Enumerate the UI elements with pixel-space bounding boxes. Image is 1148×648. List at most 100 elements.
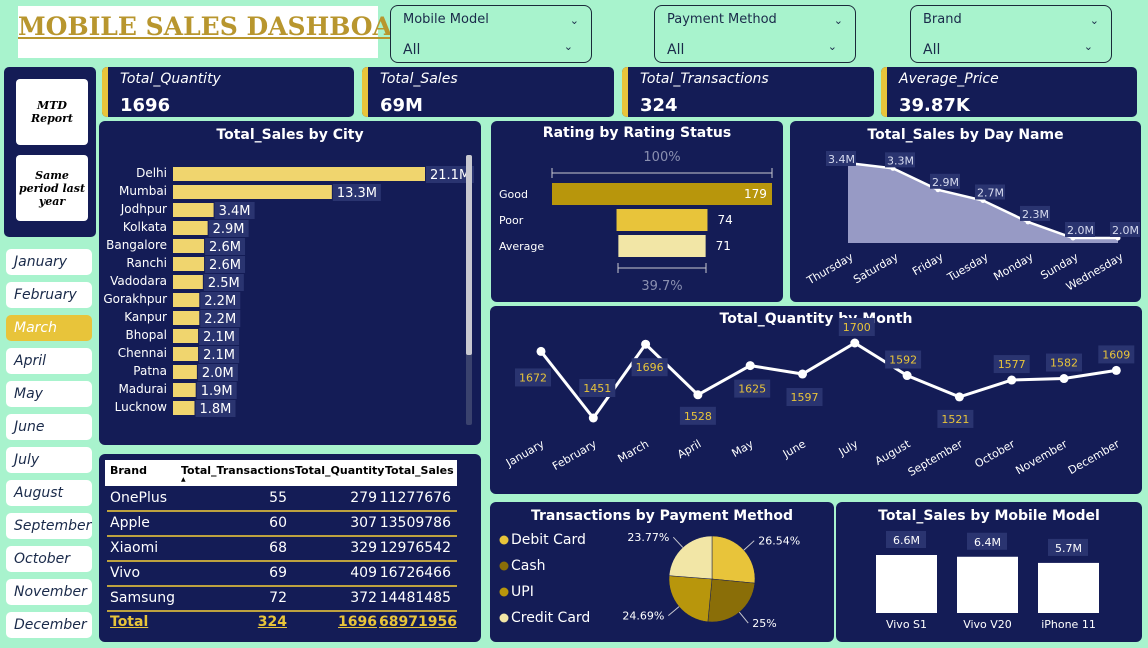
data-label: 2.0M xyxy=(1112,224,1139,237)
month-button-october[interactable]: October xyxy=(6,546,92,572)
chevron-down-icon[interactable]: ⌄ xyxy=(834,14,843,27)
same-period-last-year-button[interactable]: Same period last year xyxy=(16,155,88,221)
data-label: 5.7M xyxy=(1055,542,1082,555)
slice-label: 23.77% xyxy=(627,531,669,544)
data-label: 1592 xyxy=(889,354,917,367)
data-label: 2.9M xyxy=(932,176,959,189)
kpi-total-transactions: Total_Transactions 324 xyxy=(622,67,874,117)
data-label: 179 xyxy=(744,187,767,201)
month-button-november[interactable]: November xyxy=(6,579,92,605)
filter-value[interactable]: All xyxy=(403,42,420,58)
day-axis-label: Saturday xyxy=(851,250,901,286)
month-button-september[interactable]: September xyxy=(6,513,92,539)
data-point xyxy=(1059,374,1069,384)
model-axis-label: Vivo S1 xyxy=(886,618,927,631)
city-bar xyxy=(173,401,195,415)
rating-label: Average xyxy=(499,240,544,253)
month-button-may[interactable]: May xyxy=(6,381,92,407)
chevron-down-icon[interactable]: ⌄ xyxy=(564,40,573,53)
row-divider xyxy=(107,560,457,562)
city-bar xyxy=(173,221,208,235)
total-value: 68971956 xyxy=(379,614,457,630)
month-button-april[interactable]: April xyxy=(6,348,92,374)
rating-chart: 100% Good 179 Poor 74 Average 71 39.7% xyxy=(499,150,773,294)
row-divider xyxy=(107,585,457,587)
data-label: 2.2M xyxy=(204,294,236,309)
day-axis-label: Thursday xyxy=(804,250,856,288)
brand-cell: Apple xyxy=(110,515,150,531)
month-button-august[interactable]: August xyxy=(6,480,92,506)
month-axis-label: August xyxy=(873,437,913,468)
model-bar xyxy=(1038,562,1099,613)
data-point xyxy=(850,338,860,348)
chevron-down-icon[interactable]: ⌄ xyxy=(570,14,579,27)
quantity-by-month-panel: Total_Quantity by Month 1672 1451 1696 1528… xyxy=(490,306,1142,494)
city-label: Jodhpur xyxy=(120,202,167,216)
month-button-june[interactable]: June xyxy=(6,414,92,440)
mtd-report-button[interactable]: MTD Report xyxy=(16,79,88,145)
data-label: 2.7M xyxy=(977,187,1004,200)
data-label: 6.4M xyxy=(974,536,1001,549)
value-cell: 68 xyxy=(269,540,287,556)
filter-value[interactable]: All xyxy=(923,42,940,58)
data-label: 2.6M xyxy=(209,258,241,273)
kpi-accent-bar xyxy=(881,67,887,117)
filter-label: Brand xyxy=(923,12,962,27)
data-label: 1582 xyxy=(1050,357,1078,370)
city-label: Kanpur xyxy=(124,310,167,324)
data-point xyxy=(902,371,912,381)
legend-dot xyxy=(499,613,509,623)
payment-method-panel: Transactions by Payment Method Debit Car… xyxy=(490,502,834,642)
legend-label: Cash xyxy=(511,558,546,574)
total-value: 324 xyxy=(257,614,287,630)
chevron-down-icon[interactable]: ⌄ xyxy=(828,40,837,53)
filter-value[interactable]: All xyxy=(667,42,684,58)
sales-by-day-panel: Total_Sales by Day Name 3.4M 3.3M 2.9M 2.7M… xyxy=(790,121,1141,302)
kpi-value: 324 xyxy=(640,95,678,116)
month-button-february[interactable]: February xyxy=(6,282,92,308)
data-label: 1451 xyxy=(583,382,611,395)
report-navigation: MTD Report Same period last year xyxy=(4,67,96,237)
city-label: Lucknow xyxy=(115,400,168,414)
data-label: 2.5M xyxy=(208,276,240,291)
month-button-december[interactable]: December xyxy=(6,612,92,638)
data-label: 1.8M xyxy=(199,402,231,417)
city-bar xyxy=(173,347,199,361)
value-cell: 329 xyxy=(350,540,377,556)
kpi-label: Total_Transactions xyxy=(640,71,769,87)
brand-cell: Samsung xyxy=(110,590,176,606)
value-cell: 55 xyxy=(269,490,287,506)
month-button-march[interactable]: March xyxy=(6,315,92,341)
legend-label: UPI xyxy=(511,584,534,600)
chevron-down-icon[interactable]: ⌄ xyxy=(1090,14,1099,27)
data-label: 71 xyxy=(716,239,731,253)
data-label: 13.3M xyxy=(337,186,377,201)
city-label: Delhi xyxy=(136,166,167,180)
filter-brand[interactable]: Brand ⌄ All ⌄ xyxy=(910,5,1112,63)
data-label: 2.0M xyxy=(202,366,234,381)
rating-label: Good xyxy=(499,188,528,201)
kpi-label: Total_Quantity xyxy=(120,71,221,87)
table-header-total-quantity: Total_Quantity xyxy=(295,464,385,477)
top-label: 100% xyxy=(643,150,680,165)
value-cell: 60 xyxy=(269,515,287,531)
rating-label: Poor xyxy=(499,214,524,227)
data-label: 2.1M xyxy=(203,348,235,363)
filter-payment-method[interactable]: Payment Method ⌄ All ⌄ xyxy=(654,5,856,63)
value-cell: 16726466 xyxy=(379,565,451,581)
data-point xyxy=(536,346,546,356)
pie-slice xyxy=(707,578,756,623)
chevron-down-icon[interactable]: ⌄ xyxy=(1084,40,1093,53)
filter-mobile-model[interactable]: Mobile Model ⌄ All ⌄ xyxy=(390,5,592,63)
kpi-accent-bar xyxy=(362,67,368,117)
row-divider xyxy=(107,510,457,512)
chart-scrollbar[interactable] xyxy=(466,155,472,425)
data-point xyxy=(954,392,964,402)
data-label: 2.2M xyxy=(204,312,236,327)
month-button-january[interactable]: January xyxy=(6,249,92,275)
city-bar xyxy=(173,383,196,397)
month-axis-label: November xyxy=(1013,437,1069,477)
payment-method-chart: Debit Card Cash UPI Credit Card 26.54% 25% 24.… xyxy=(499,531,800,630)
month-button-july[interactable]: July xyxy=(6,447,92,473)
scrollbar-thumb[interactable] xyxy=(466,155,472,355)
